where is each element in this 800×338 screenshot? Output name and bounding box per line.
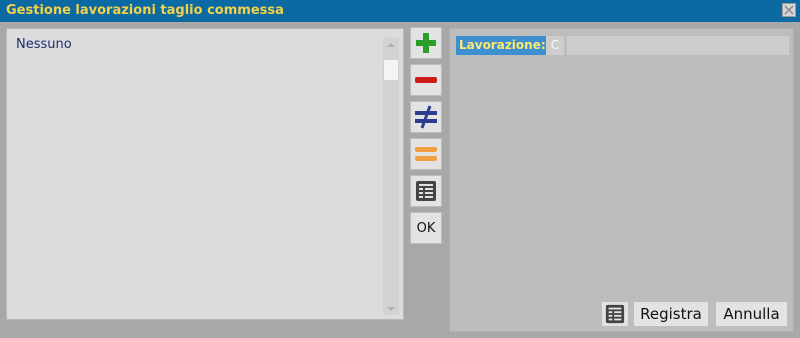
- list-scrollbar[interactable]: [383, 37, 399, 315]
- detail-panel: Lavorazione: C Registra Annulla: [449, 28, 794, 332]
- table-icon: [416, 181, 436, 201]
- scroll-up-button[interactable]: [383, 37, 399, 51]
- remove-button[interactable]: [410, 64, 442, 96]
- plus-icon: [416, 33, 436, 53]
- grid-button[interactable]: [601, 301, 629, 327]
- chevron-up-icon: [387, 43, 395, 47]
- equal-button[interactable]: [410, 138, 442, 170]
- list-item[interactable]: Nessuno: [16, 37, 72, 52]
- lavorazione-field[interactable]: [567, 36, 789, 55]
- equal-icon: [415, 147, 437, 161]
- table-button[interactable]: [410, 175, 442, 207]
- chevron-down-icon: [387, 307, 395, 311]
- add-button[interactable]: [410, 27, 442, 59]
- close-button[interactable]: [782, 3, 796, 17]
- ok-label: OK: [416, 220, 436, 236]
- ok-button[interactable]: OK: [410, 212, 442, 244]
- scroll-thumb[interactable]: [383, 59, 399, 81]
- window-title: Gestione lavorazioni taglio commessa: [6, 3, 284, 18]
- lavorazioni-list[interactable]: Nessuno: [6, 28, 404, 320]
- table-icon: [605, 304, 625, 324]
- lavorazione-label: Lavorazione:: [456, 36, 549, 55]
- not-equal-button[interactable]: [410, 101, 442, 133]
- lavorazione-code-button[interactable]: C: [546, 36, 564, 55]
- close-icon: [784, 5, 794, 15]
- title-bar: Gestione lavorazioni taglio commessa: [0, 0, 800, 22]
- annulla-button[interactable]: Annulla: [715, 301, 788, 327]
- not-equal-icon: [415, 105, 437, 129]
- minus-icon: [415, 77, 437, 83]
- registra-button[interactable]: Registra: [633, 301, 709, 327]
- scroll-down-button[interactable]: [383, 301, 399, 315]
